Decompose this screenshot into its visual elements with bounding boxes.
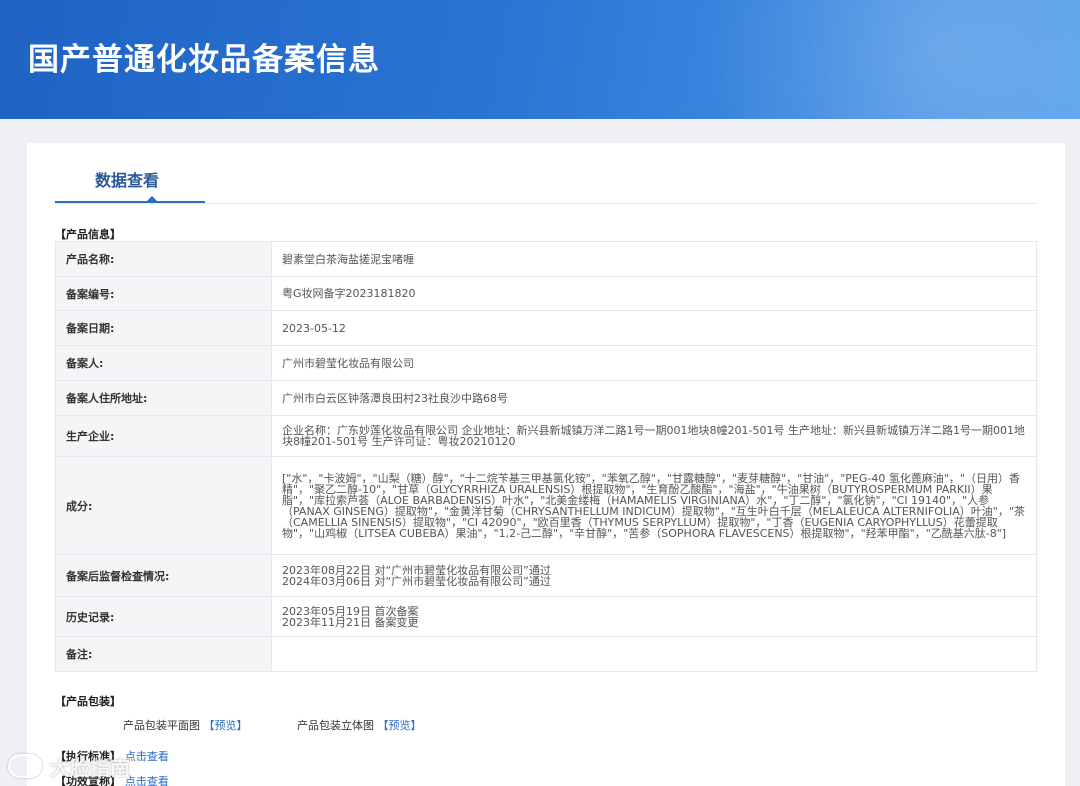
- field-label: 备案日期:: [55, 310, 272, 346]
- field-label: 生产企业:: [55, 415, 272, 457]
- table-row: 生产企业: 企业名称：广东妙莲化妆品有限公司 企业地址：新兴县新城镇万洋二路1号…: [55, 415, 1037, 457]
- field-label: 历史记录:: [55, 596, 272, 637]
- packaging-solid-label: 产品包装立体图: [297, 719, 374, 732]
- table-row: 成分: ["水"，"卡波姆"，"山梨（糖）醇"，"十二烷苄基三甲基氯化铵"，"苯…: [55, 456, 1037, 555]
- table-row: 产品名称: 碧素堂白茶海盐搓泥宝啫喱: [55, 241, 1037, 277]
- header-banner: 国产普通化妆品备案信息: [0, 0, 1080, 119]
- history-line: 2023年11月21日 备案变更: [282, 615, 419, 629]
- table-row: 备案人住所地址: 广州市白云区钟落潭良田村23社良沙中路68号: [55, 380, 1037, 416]
- product-name-value: 碧素堂白茶海盐搓泥宝啫喱: [271, 241, 1037, 277]
- table-row: 备案编号: 粤G妆网备字2023181820: [55, 276, 1037, 311]
- field-label: 成分:: [55, 456, 272, 555]
- packaging-flat-label: 产品包装平面图: [123, 719, 200, 732]
- field-label: 备案后监督检查情况:: [55, 554, 272, 597]
- tab-indicator-caret: [147, 196, 157, 201]
- packaging-flat-preview-link[interactable]: 【预览】: [204, 719, 248, 732]
- packaging-solid-item: 产品包装立体图 【预览】: [297, 717, 422, 733]
- table-row: 备注:: [55, 636, 1037, 672]
- inspection-line: 2024年03月06日 对“广州市碧莹化妆品有限公司”通过: [282, 574, 551, 588]
- manufacturer-value: 企业名称：广东妙莲化妆品有限公司 企业地址：新兴县新城镇万洋二路1号一期001地…: [271, 415, 1037, 457]
- efficacy-view-link[interactable]: 点击查看: [125, 775, 169, 786]
- inspection-value: 2023年08月22日 对“广州市碧莹化妆品有限公司”通过 2024年03月06…: [271, 554, 1037, 597]
- product-info-table: 产品名称: 碧素堂白茶海盐搓泥宝啫喱 备案编号: 粤G妆网备字202318182…: [55, 241, 1037, 672]
- filer-value: 广州市碧莹化妆品有限公司: [271, 345, 1037, 381]
- tab-divider: [55, 203, 1037, 204]
- tab-data-view[interactable]: 数据查看: [55, 143, 205, 203]
- field-label: 备注:: [55, 636, 272, 672]
- history-line: 2023年05月19日 首次备案: [282, 604, 419, 618]
- field-label: 产品名称:: [55, 241, 272, 277]
- filer-address-value: 广州市白云区钟落潭良田村23社良沙中路68号: [271, 380, 1037, 416]
- packaging-heading: 【产品包装】: [55, 695, 121, 708]
- table-row: 备案人: 广州市碧莹化妆品有限公司: [55, 345, 1037, 381]
- table-row: 备案日期: 2023-05-12: [55, 310, 1037, 346]
- watermark-text: 大脸指南: [50, 756, 130, 780]
- field-label: 备案编号:: [55, 276, 272, 311]
- filing-date-value: 2023-05-12: [271, 310, 1037, 346]
- standard-view-link[interactable]: 点击查看: [125, 750, 169, 763]
- history-value: 2023年05月19日 首次备案 2023年11月21日 备案变更: [271, 596, 1037, 637]
- table-row: 历史记录: 2023年05月19日 首次备案 2023年11月21日 备案变更: [55, 596, 1037, 637]
- packaging-flat-item: 产品包装平面图 【预览】: [123, 717, 248, 733]
- remarks-value: [271, 636, 1037, 672]
- packaging-solid-preview-link[interactable]: 【预览】: [378, 719, 422, 732]
- product-info-heading: 【产品信息】: [55, 228, 121, 241]
- content-card: 数据查看 【产品信息】 产品名称: 碧素堂白茶海盐搓泥宝啫喱 备案编号: 粤G妆…: [27, 143, 1065, 786]
- table-row: 备案后监督检查情况: 2023年08月22日 对“广州市碧莹化妆品有限公司”通过…: [55, 554, 1037, 597]
- inspection-line: 2023年08月22日 对“广州市碧莹化妆品有限公司”通过: [282, 563, 551, 577]
- field-label: 备案人住所地址:: [55, 380, 272, 416]
- filing-number-value: 粤G妆网备字2023181820: [271, 276, 1037, 311]
- page-title: 国产普通化妆品备案信息: [28, 42, 380, 78]
- ingredients-value: ["水"，"卡波姆"，"山梨（糖）醇"，"十二烷苄基三甲基氯化铵"，"苯氧乙醇"…: [271, 456, 1037, 555]
- field-label: 备案人:: [55, 345, 272, 381]
- watermark-logo-icon: [8, 754, 42, 778]
- tab-label: 数据查看: [95, 171, 160, 190]
